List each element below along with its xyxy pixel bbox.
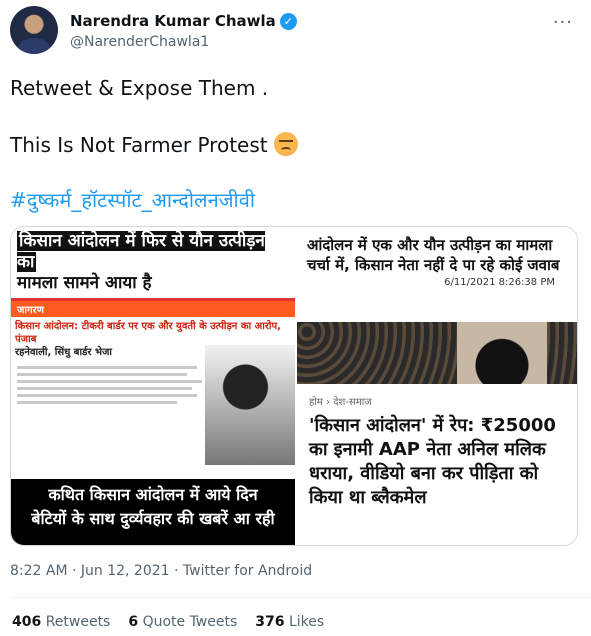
tweet-stats: 406 Retweets 6 Quote Tweets 376 Likes: [12, 614, 324, 630]
tweet-media-grid[interactable]: किसान आंदोलन में फिर से यौन उत्पीड़न का …: [10, 226, 578, 546]
face-silhouette: [457, 322, 547, 384]
author-name[interactable]: Narendra Kumar Chawla: [70, 12, 276, 30]
likes-count: 376: [255, 614, 285, 630]
tweet-text-line-1: Retweet & Expose Them .: [10, 76, 269, 100]
left-footer-2: बेटियों के साथ दुर्व्यवहार की खबरें आ रह…: [31, 509, 275, 528]
article-text-line: [17, 394, 197, 397]
left-sub-2: रहनेवाली, सिंधु बार्डर भेजा: [15, 347, 112, 358]
media-image-right-top[interactable]: आंदोलन में एक और यौन उत्पीड़न का मामला च…: [297, 227, 577, 384]
likes-stat[interactable]: 376 Likes: [255, 614, 324, 630]
quotes-count: 6: [128, 614, 139, 630]
retweets-count: 406: [12, 614, 42, 630]
author-name-row[interactable]: Narendra Kumar Chawla ✓: [70, 12, 297, 30]
hashtag-link[interactable]: #दुष्कर्म_हॉटस्पॉट_आन्दोलनजीवी: [10, 186, 255, 213]
left-sub-1: किसान आंदोलन: टीकरी बार्डर पर एक और युवत…: [15, 321, 281, 345]
tweet-meta[interactable]: 8:22 AM · Jun 12, 2021 · Twitter for And…: [10, 563, 312, 579]
breadcrumb: होम › देश-समाज: [309, 397, 372, 408]
verified-badge-icon: ✓: [279, 12, 297, 30]
left-headline-1: किसान आंदोलन में फिर से यौन उत्पीड़न का: [17, 231, 265, 272]
quote-tweets-stat[interactable]: 6 Quote Tweets: [128, 614, 237, 630]
angry-face-emoji-icon: [273, 132, 298, 156]
divider: [10, 597, 591, 598]
left-headline: किसान आंदोलन में फिर से यौन उत्पीड़न का …: [11, 227, 295, 301]
article-text-line: [17, 373, 187, 376]
right-top-headline: आंदोलन में एक और यौन उत्पीड़न का मामला च…: [307, 236, 560, 274]
right-top-timestamp: 6/11/2021 8:26:38 PM: [444, 277, 555, 288]
media-image-left[interactable]: किसान आंदोलन में फिर से यौन उत्पीड़न का …: [11, 227, 295, 545]
article-text-line: [17, 380, 202, 383]
retweets-label: Retweets: [45, 614, 111, 630]
right-bottom-title: 'किसान आंदोलन' में रेप: ₹25000 का इनामी …: [309, 415, 556, 508]
quotes-label: Quote Tweets: [142, 614, 238, 630]
left-footer-banner: कथित किसान आंदोलन में आये दिन बेटियों के…: [11, 479, 295, 545]
more-options-icon[interactable]: ···: [553, 12, 573, 33]
article-text-line: [17, 401, 177, 404]
tweet-text-line-2-text: This Is Not Farmer Protest: [10, 133, 268, 157]
tweet-text-line-2: This Is Not Farmer Protest: [10, 132, 298, 157]
left-brand: जागरण: [11, 301, 295, 317]
article-text-line: [17, 366, 197, 369]
author-avatar[interactable]: [10, 6, 58, 54]
left-footer-1: कथित किसान आंदोलन में आये दिन: [48, 485, 258, 504]
silhouette-image: [205, 345, 295, 465]
left-headline-2: मामला सामने आया है: [17, 273, 152, 293]
likes-label: Likes: [288, 614, 325, 630]
author-handle[interactable]: @NarenderChawla1: [70, 34, 209, 50]
media-image-right-bottom[interactable]: होम › देश-समाज 'किसान आंदोलन' में रेप: ₹…: [297, 386, 577, 545]
article-text-line: [17, 387, 192, 390]
retweets-stat[interactable]: 406 Retweets: [12, 614, 110, 630]
crowd-photo: [297, 322, 577, 384]
